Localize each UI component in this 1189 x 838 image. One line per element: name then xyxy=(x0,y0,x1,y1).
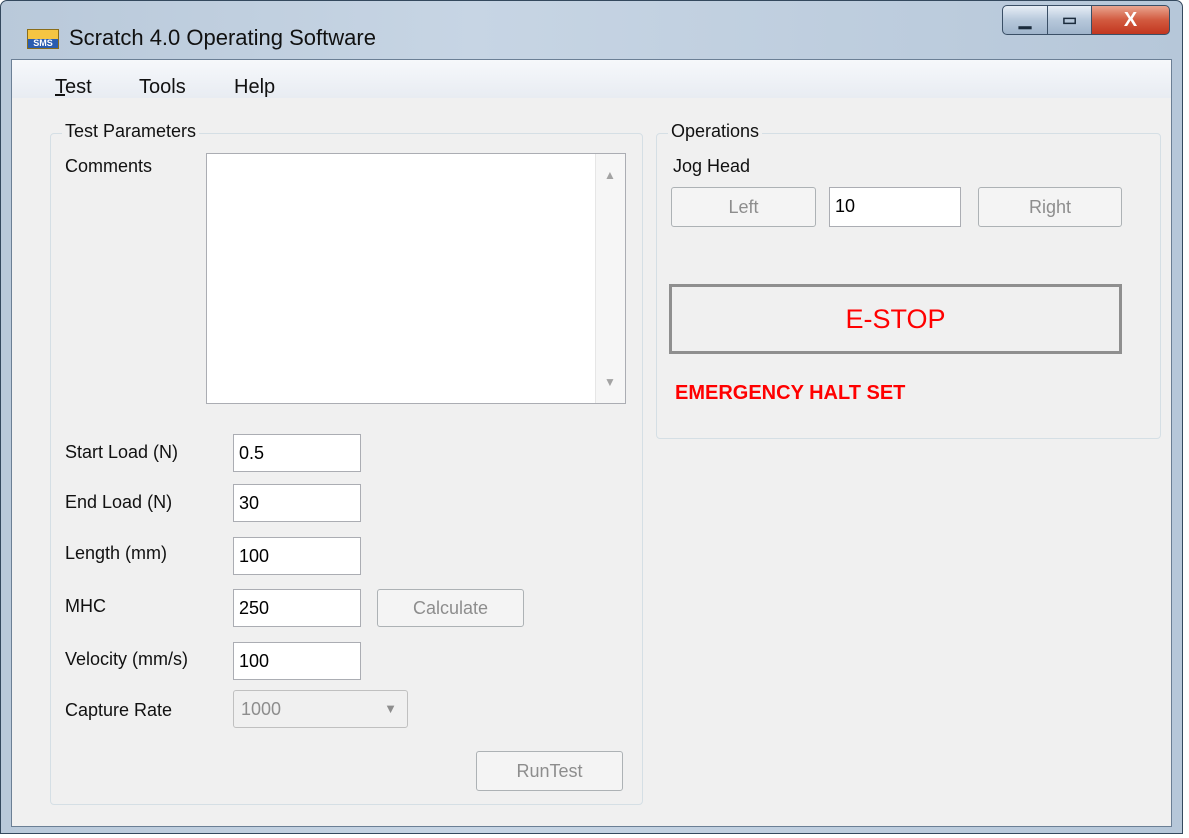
jog-distance-input[interactable]: 10 xyxy=(829,187,961,227)
start-load-label: Start Load (N) xyxy=(65,442,179,462)
jog-head-label: Jog Head xyxy=(673,156,751,176)
menu-bar: Test Tools Help xyxy=(12,60,1171,98)
scroll-up-icon[interactable]: ▲ xyxy=(604,168,616,182)
comments-textarea[interactable]: ▲ ▼ xyxy=(206,153,626,404)
operations-label: Operations xyxy=(668,121,763,142)
menu-test-hotkey: T xyxy=(55,76,65,98)
menu-test-label: est xyxy=(65,76,92,98)
mhc-label: MHC xyxy=(65,596,106,616)
length-input[interactable]: 100 xyxy=(233,537,361,575)
velocity-input[interactable]: 100 xyxy=(233,642,361,680)
window-title: Scratch 4.0 Operating Software xyxy=(69,25,376,50)
maximize-icon: ▭ xyxy=(1061,12,1078,29)
window-controls: ▁ ▭ X xyxy=(1002,5,1170,35)
menu-help[interactable]: Help xyxy=(234,76,275,99)
jog-right-button[interactable]: Right xyxy=(978,187,1122,227)
length-label: Length (mm) xyxy=(65,543,168,563)
chevron-down-icon: ▼ xyxy=(384,701,397,716)
velocity-label: Velocity (mm/s) xyxy=(65,649,189,669)
menu-test[interactable]: Test xyxy=(55,76,92,99)
app-window: SMS Scratch 4.0 Operating Software ▁ ▭ X… xyxy=(0,0,1183,834)
close-icon: X xyxy=(1123,8,1138,31)
calculate-button[interactable]: Calculate xyxy=(377,589,524,627)
client-area: Test Tools Help Test Parameters Comments… xyxy=(11,59,1172,827)
scroll-down-icon[interactable]: ▼ xyxy=(604,375,616,389)
mhc-input[interactable]: 250 xyxy=(233,589,361,627)
capture-rate-value: 1000 xyxy=(241,699,282,719)
halt-status-text: EMERGENCY HALT SET xyxy=(675,382,906,404)
capture-rate-select[interactable]: 1000 ▼ xyxy=(233,690,408,728)
menu-help-label: Help xyxy=(234,76,276,98)
menu-tools[interactable]: Tools xyxy=(139,76,186,99)
maximize-button[interactable]: ▭ xyxy=(1048,5,1092,35)
menu-tools-label: Tools xyxy=(139,76,186,98)
start-load-input[interactable]: 0.5 xyxy=(233,434,361,472)
title-bar[interactable]: SMS Scratch 4.0 Operating Software ▁ ▭ X xyxy=(1,1,1182,50)
comments-scrollbar[interactable]: ▲ ▼ xyxy=(595,154,625,403)
capture-rate-label: Capture Rate xyxy=(65,700,173,720)
close-button[interactable]: X xyxy=(1092,5,1170,35)
test-parameters-label: Test Parameters xyxy=(62,121,200,142)
e-stop-button[interactable]: E-STOP xyxy=(669,284,1122,354)
comments-label: Comments xyxy=(65,156,153,176)
app-logo-icon: SMS xyxy=(27,29,59,49)
jog-left-button[interactable]: Left xyxy=(671,187,816,227)
end-load-input[interactable]: 30 xyxy=(233,484,361,522)
run-test-button[interactable]: RunTest xyxy=(476,751,623,791)
end-load-label: End Load (N) xyxy=(65,492,173,512)
minimize-icon: ▁ xyxy=(1018,12,1032,29)
minimize-button[interactable]: ▁ xyxy=(1002,5,1048,35)
